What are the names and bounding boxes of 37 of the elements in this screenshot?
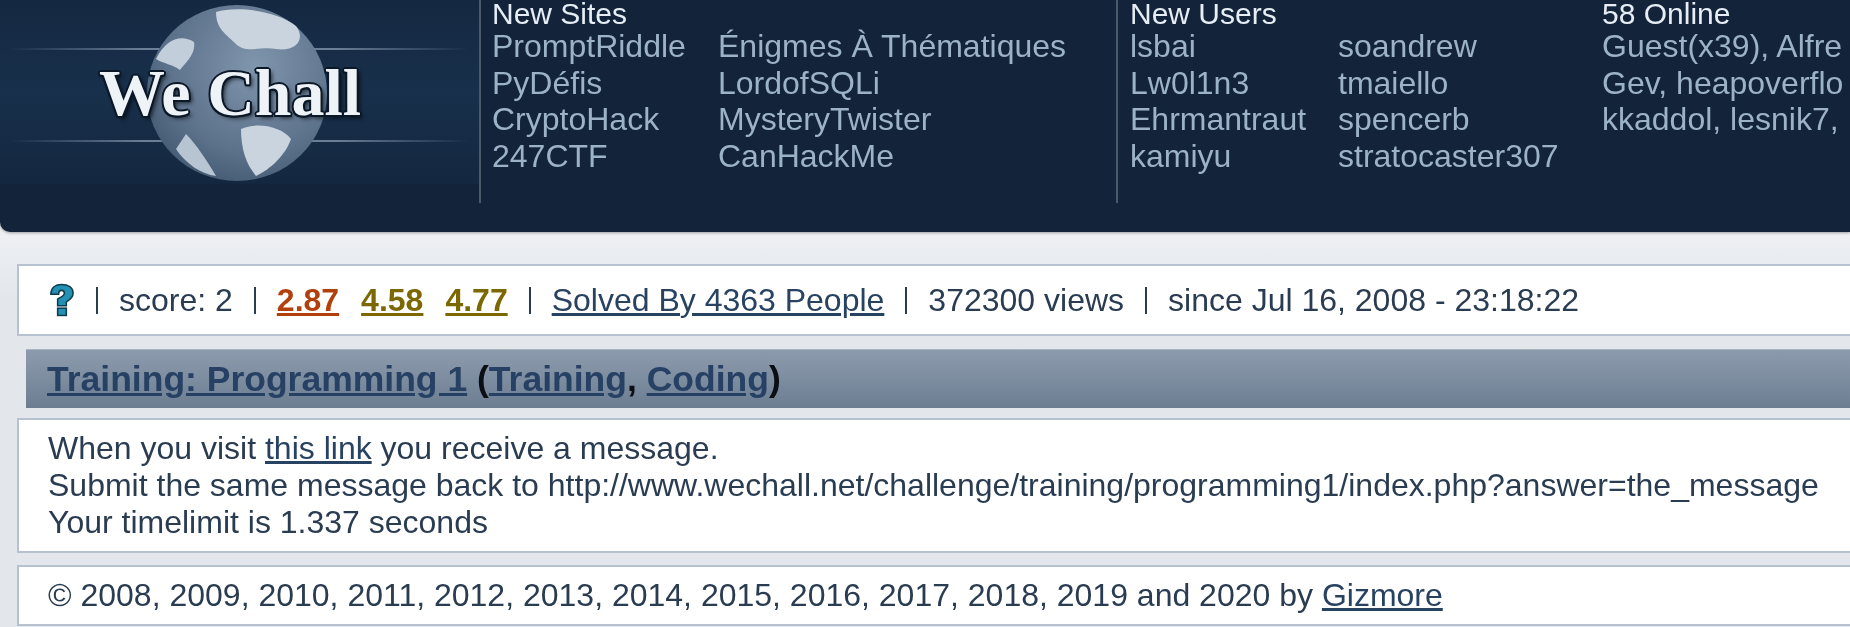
site-link[interactable]: LordofSQLi (718, 64, 880, 101)
user-link[interactable]: stratocaster307 (1338, 137, 1559, 174)
site-link[interactable]: CryptoHack (492, 101, 660, 138)
site-link[interactable]: PromptRiddle (492, 28, 686, 65)
description-line: When you visit this link you receive a message. (48, 430, 720, 467)
section-heading: 58 Online (1602, 0, 1732, 28)
site-link[interactable]: 247CTF (492, 137, 608, 174)
rating-link[interactable]: 2.87 (276, 281, 340, 319)
since-text: since Jul 16, 2008 - 23:18:22 (1168, 281, 1579, 319)
description-line: Your timelimit is 1.337 seconds (48, 504, 489, 541)
user-link[interactable]: kamiyu (1130, 137, 1232, 174)
rating-link[interactable]: 4.58 (361, 281, 424, 319)
site-link[interactable]: CanHackMe (718, 137, 895, 174)
user-link[interactable]: spencerb (1338, 101, 1470, 138)
copyright-text: © 2008, 2009, 2010, 2011, 2012, 2013, 2014, 2015, 2016, 2017, 2018, 2019 and 2020 by Gizmore (48, 577, 1443, 614)
online-users-text: kkaddol, lesnik7, (1602, 101, 1839, 138)
author-link[interactable]: Gizmore (1321, 577, 1443, 613)
site-link[interactable]: PyDéfis (492, 64, 603, 101)
user-link[interactable]: Ehrmantraut (1130, 101, 1307, 138)
user-link[interactable]: Lw0l1n3 (1130, 64, 1250, 101)
views-text: 372300 views (928, 281, 1125, 319)
description-line: Submit the same message back to http://www.wechall.net/challenge/training/programming1/index.php?answer=the_message (48, 467, 1820, 504)
rating-link[interactable]: 4.77 (445, 281, 508, 319)
user-link[interactable]: tmaiello (1338, 64, 1449, 101)
score-text: score: 2 (119, 281, 233, 319)
section-heading: New Users (1130, 0, 1278, 28)
inline-link[interactable]: this link (264, 430, 372, 466)
online-users-text: Guest(x39), Alfre (1602, 28, 1843, 65)
challenge-title: Training: Programming 1 (Training, Coding) (47, 358, 781, 400)
user-link[interactable]: soandrew (1338, 28, 1477, 65)
solved-by-link[interactable]: Solved By 4363 People (551, 281, 885, 319)
site-link[interactable]: MysteryTwister (718, 101, 932, 138)
help-icon[interactable] (48, 283, 75, 317)
section-heading: New Sites (492, 0, 629, 28)
online-users-text: Gev, heapoverflo (1602, 64, 1844, 101)
user-link[interactable]: lsbai (1130, 28, 1196, 65)
site-link[interactable]: Énigmes À Thématiques (718, 28, 1067, 65)
